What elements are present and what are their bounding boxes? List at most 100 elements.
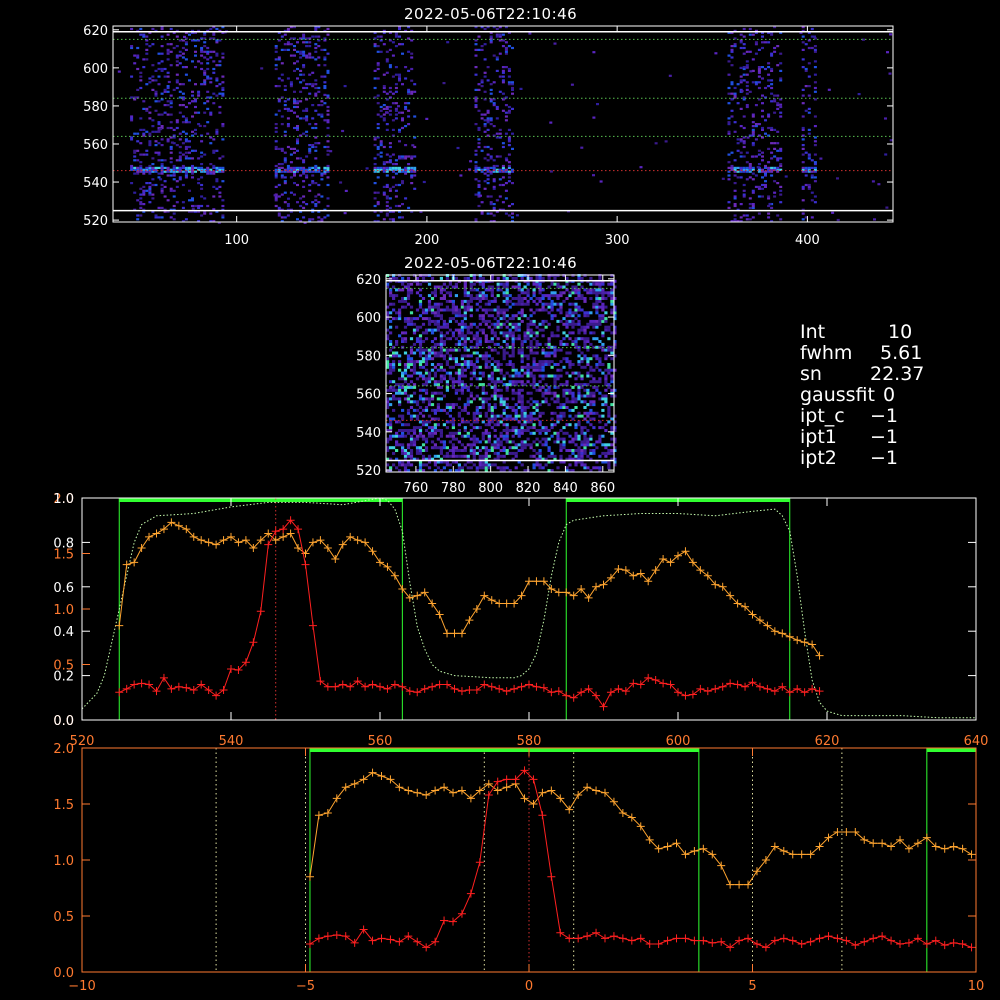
spectral-pixel — [589, 443, 593, 447]
spectral-pixel — [502, 437, 506, 441]
spectral-pixel — [492, 185, 496, 188]
spectral-pixel — [583, 466, 587, 470]
spectral-pixel — [421, 437, 426, 441]
spectral-pixel — [517, 371, 521, 375]
spectral-pixel — [184, 151, 188, 154]
spectral-pixel — [181, 92, 185, 95]
spectral-pixel — [478, 297, 482, 300]
spectral-pixel — [589, 342, 593, 346]
spectral-pixel — [574, 340, 578, 343]
spectral-pixel — [742, 79, 746, 82]
spectral-pixel — [492, 104, 496, 107]
spectral-pixel — [496, 308, 500, 312]
spectral-pixel — [277, 166, 281, 169]
spectral-pixel — [813, 45, 817, 48]
spectral-pixel — [571, 449, 575, 452]
spectral-pixel — [580, 443, 584, 447]
spectral-pixel — [160, 60, 164, 63]
spectral-pixel — [326, 109, 330, 112]
spectral-pixel — [754, 185, 758, 188]
spectral-pixel — [481, 354, 485, 358]
spectral-pixel — [157, 123, 161, 126]
spectral-pixel — [376, 166, 380, 169]
spectral-pixel — [601, 294, 605, 298]
spectral-pixel — [172, 189, 176, 192]
spectral-pixel — [409, 291, 414, 295]
spectral-pixel — [451, 377, 455, 381]
spectral-pixel — [151, 125, 155, 128]
spectral-pixel — [487, 299, 491, 303]
spectral-pixel — [389, 446, 393, 450]
spectral-pixel — [166, 104, 170, 107]
spectral-pixel — [286, 109, 290, 112]
spectral-pixel — [568, 391, 572, 395]
spectral-pixel — [392, 434, 396, 438]
spectral-pixel — [191, 157, 194, 160]
spectral-pixel — [218, 166, 222, 169]
spectral-pixel — [466, 328, 470, 332]
spectral-pixel — [505, 434, 509, 438]
spectral-pixel — [498, 52, 502, 55]
data-point-marker — [443, 680, 452, 689]
y-tick-label: 600 — [356, 311, 381, 326]
x-tick-label: 820 — [516, 481, 541, 496]
spectral-pixel — [398, 368, 402, 372]
spectral-pixel — [457, 466, 461, 470]
spectral-pixel — [436, 363, 440, 366]
spectral-pixel — [484, 451, 488, 455]
data-point-marker — [681, 547, 690, 556]
spectral-pixel — [280, 73, 284, 76]
spectral-pixel — [487, 454, 491, 458]
spectral-pixel — [463, 426, 467, 430]
spectral-pixel — [311, 117, 315, 120]
spectral-pixel — [505, 334, 509, 338]
spectral-pixel — [547, 454, 551, 458]
spectral-pixel — [801, 161, 805, 164]
spectral-pixel — [748, 206, 752, 209]
spectral-pixel — [283, 180, 287, 183]
spectral-pixel — [415, 291, 420, 295]
spectral-pixel — [457, 440, 461, 444]
spectral-pixel — [499, 454, 503, 458]
spectral-pixel — [293, 151, 296, 154]
spectral-pixel — [469, 466, 473, 470]
spectral-pixel — [448, 299, 452, 303]
spectral-pixel — [430, 434, 435, 438]
spectral-pixel — [439, 446, 443, 450]
spectral-pixel — [430, 328, 435, 332]
spectral-pixel — [457, 342, 461, 346]
data-point-marker — [435, 680, 444, 689]
spectral-pixel — [418, 354, 423, 358]
spectral-pixel — [404, 102, 408, 105]
spectral-pixel — [445, 388, 449, 392]
spectral-pixel — [206, 67, 210, 71]
spectral-pixel — [394, 33, 398, 36]
spectral-pixel — [577, 397, 581, 401]
y-tick-label-white: 0.8 — [53, 536, 74, 551]
spectral-pixel — [421, 351, 426, 355]
spectral-pixel — [610, 331, 614, 335]
spectral-pixel — [586, 388, 590, 392]
spectral-pixel — [514, 302, 518, 306]
spectral-pixel — [535, 437, 539, 441]
spectral-pixel — [418, 411, 423, 415]
spectral-pixel — [553, 380, 557, 384]
spectral-pixel — [469, 331, 473, 335]
spectral-pixel — [142, 203, 146, 206]
spectral-pixel — [151, 130, 155, 133]
spectral-pixel — [550, 308, 554, 312]
spectral-pixel — [459, 174, 463, 177]
spectral-pixel — [580, 454, 584, 458]
spectral-pixel — [770, 166, 774, 169]
spectral-pixel — [559, 414, 563, 418]
spectral-pixel — [326, 183, 330, 187]
spectral-pixel — [157, 52, 161, 55]
spectral-pixel — [523, 423, 527, 427]
spectral-pixel — [394, 73, 398, 76]
spectral-pixel — [160, 166, 164, 169]
spectral-pixel — [175, 60, 179, 63]
spectral-pixel — [501, 33, 505, 36]
spectral-pixel — [463, 363, 467, 366]
spectral-pixel — [148, 81, 152, 84]
spectral-pixel — [538, 308, 542, 312]
